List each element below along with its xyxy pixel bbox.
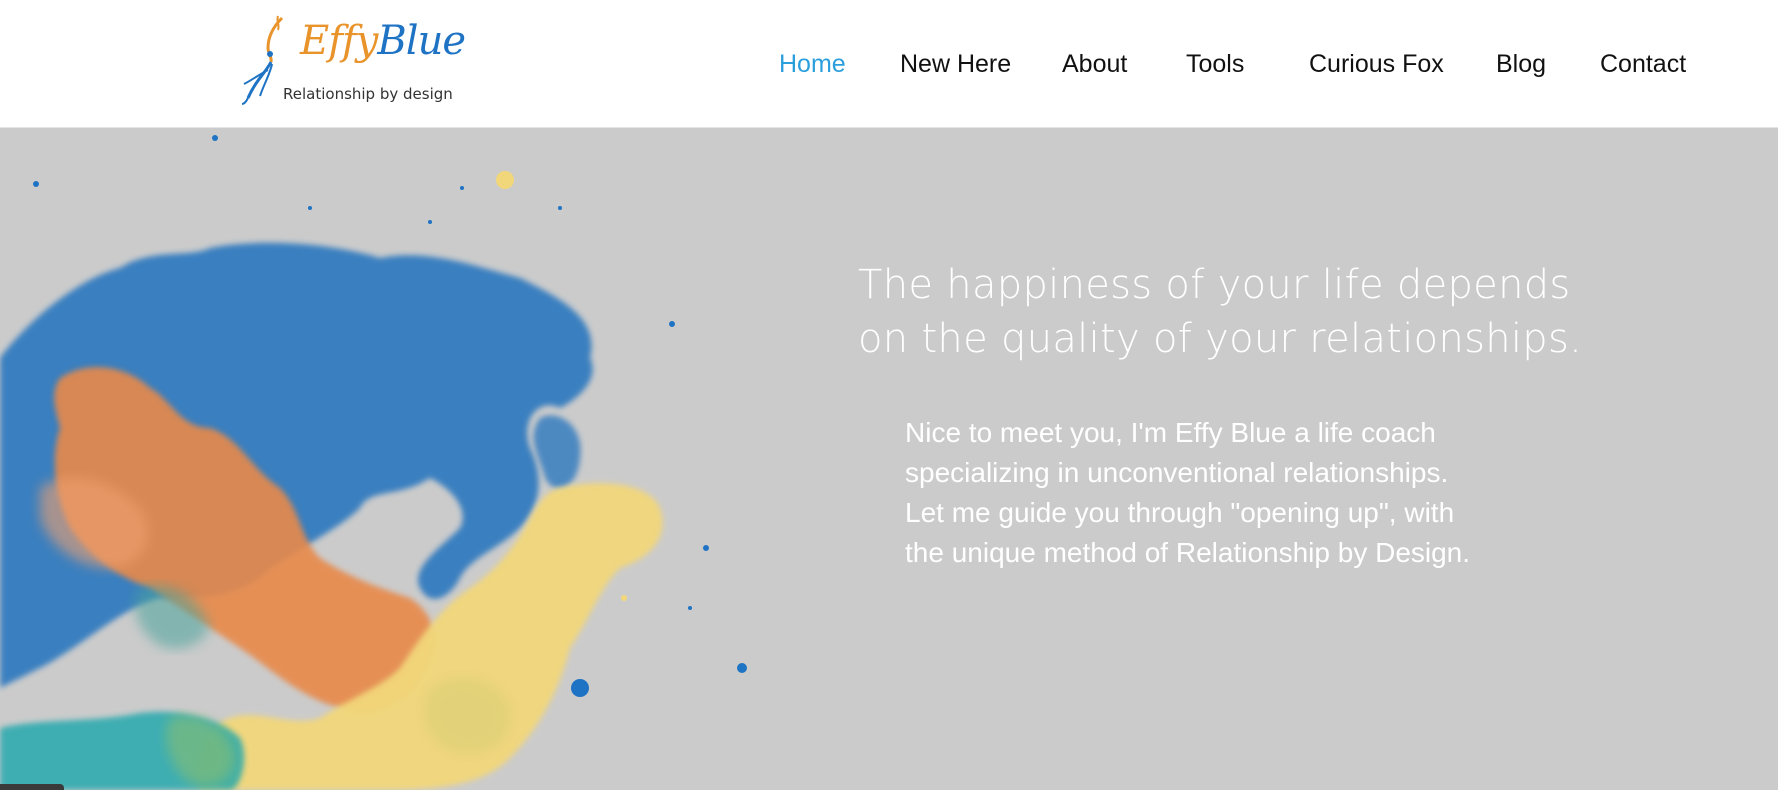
nav-item-contact[interactable]: Contact <box>1600 47 1686 81</box>
hero-intro-line-3: Let me guide you through "opening up", w… <box>905 497 1455 528</box>
hero-intro-line-1: Nice to meet you, I'm Effy Blue a life c… <box>905 417 1436 448</box>
nav-item-about[interactable]: About <box>1062 47 1127 81</box>
hero-headline-line-1: The happiness of your life depends <box>858 262 1571 308</box>
page: EffyBlue Relationship by design Home New… <box>0 0 1778 790</box>
logo-tagline: Relationship by design <box>283 85 453 103</box>
hero-intro-line-4: the unique method of Relationship by Des… <box>905 537 1471 568</box>
main-nav: Home New Here About Tools Curious Fox Bl… <box>0 47 1778 87</box>
site-header: EffyBlue Relationship by design Home New… <box>0 0 1778 128</box>
nav-item-new-here[interactable]: New Here <box>900 47 1011 81</box>
watercolor-splash-image <box>0 135 747 790</box>
corner-widget-tab[interactable] <box>0 784 64 790</box>
hero-headline: The happiness of your life depends on the… <box>858 258 1678 366</box>
hero-section: The happiness of your life depends on the… <box>0 128 1778 790</box>
hero-intro-line-2: specializing in unconventional relations… <box>905 457 1449 488</box>
nav-item-blog[interactable]: Blog <box>1496 47 1546 81</box>
hero-intro-text: Nice to meet you, I'm Effy Blue a life c… <box>905 413 1525 573</box>
hero-headline-line-2: on the quality of your relationships. <box>858 316 1583 362</box>
nav-item-tools[interactable]: Tools <box>1186 47 1244 81</box>
nav-item-home[interactable]: Home <box>779 47 846 81</box>
nav-item-curious-fox[interactable]: Curious Fox <box>1309 47 1444 81</box>
